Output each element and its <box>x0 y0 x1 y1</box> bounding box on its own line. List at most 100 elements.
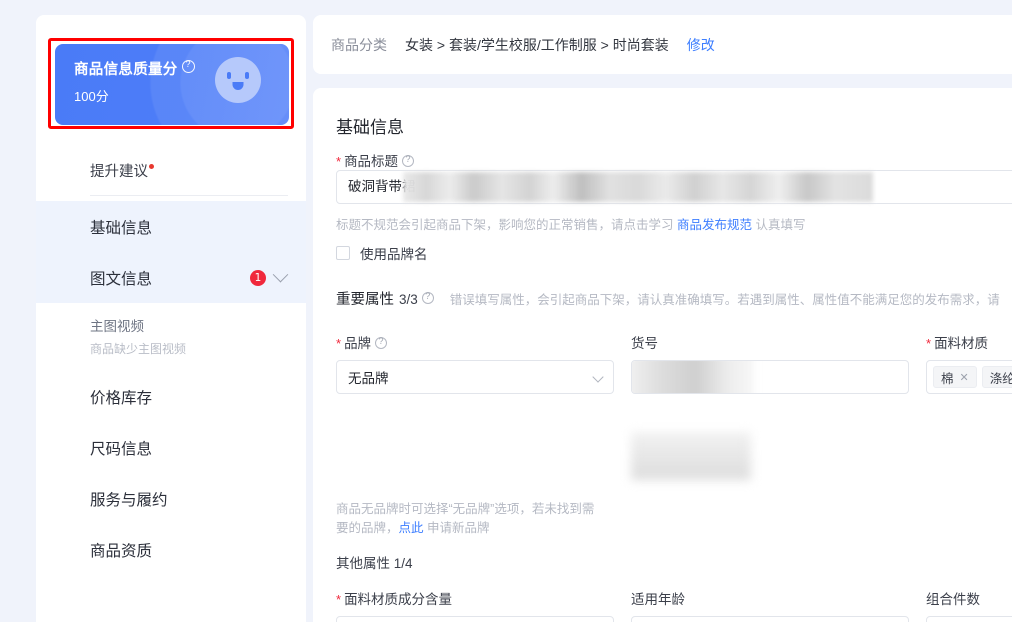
sku-code-label: 货号 <box>631 332 909 352</box>
brand-select[interactable]: 无品牌 <box>336 360 614 394</box>
important-attributes-desc: 错误填写属性，会引起商品下架，请认真准确填写。若遇到属性、属性值不能满足您的发布… <box>450 289 1000 308</box>
required-marker: * <box>336 154 341 169</box>
product-title-hint: 标题不规范会引起商品下架，影响您的正常销售，请点击学习 商品发布规范 认真填写 <box>336 214 805 233</box>
required-marker: * <box>336 592 341 607</box>
page-root: 商品信息质量分 100分 提升建议 基础信息 图文信息 1 <box>0 0 1012 622</box>
sidebar-nav-secondary: 价格库存 尺码信息 服务与履约 商品资质 <box>36 371 306 575</box>
brand-hint-text: 商品无品牌时可选择“无品牌”选项，若未找到需要的品牌，点此 申请新品牌 <box>336 500 604 538</box>
required-marker: * <box>336 336 341 351</box>
other-attributes-title: 其他属性 <box>336 556 390 571</box>
use-brand-name-row[interactable]: 使用品牌名 <box>336 243 428 263</box>
smiley-eye-left <box>227 72 231 79</box>
important-attributes-fields: *品牌 无品牌 货号 *面料材质 <box>336 332 1012 394</box>
sidebar-item-label: 服务与履约 <box>90 488 286 510</box>
product-title-label: *商品标题 <box>336 150 414 170</box>
sidebar-item-service-fulfillment[interactable]: 服务与履约 <box>36 473 306 524</box>
sidebar-nav-primary: 基础信息 图文信息 1 <box>36 201 306 303</box>
use-brand-name-label: 使用品牌名 <box>360 243 428 263</box>
chevron-down-icon[interactable] <box>273 267 289 283</box>
sidebar-item-price-stock[interactable]: 价格库存 <box>36 371 306 422</box>
improvement-suggestion-link[interactable]: 提升建议 <box>90 160 154 181</box>
fabric-material-label-text: 面料材质 <box>934 336 988 351</box>
question-circle-icon[interactable] <box>402 155 414 167</box>
fabric-material-field: *面料材质 棉 ✕ 涤纶 <box>926 332 1012 394</box>
fabric-composition-select[interactable]: 29%及以下 <box>336 616 614 622</box>
breadcrumb-card: 商品分类 女装 > 套装/学生校服/工作制服 > 时尚套装 修改 <box>313 15 1012 74</box>
quality-score-value: 100分 <box>74 86 109 105</box>
hint-suffix: 认真填写 <box>752 218 805 232</box>
important-attributes-title: 重要属性 <box>336 288 394 309</box>
tag-item[interactable]: 棉 ✕ <box>933 366 977 388</box>
sku-code-field: 货号 <box>631 332 909 394</box>
smiley-face-icon <box>215 57 261 103</box>
combo-piece-count-label: 组合件数 <box>926 588 1012 608</box>
applicable-age-field: 适用年龄 请选择 <box>631 588 909 622</box>
brand-field: *品牌 无品牌 <box>336 332 614 394</box>
sku-code-input[interactable] <box>631 360 909 394</box>
applicable-age-select[interactable]: 请选择 <box>631 616 909 622</box>
fabric-composition-label-text: 面料材质成分含量 <box>344 592 452 607</box>
sidebar-item-label: 价格库存 <box>90 386 286 408</box>
quality-score-title: 商品信息质量分 <box>74 58 195 79</box>
combo-piece-count-select[interactable]: 请选择 <box>926 616 1012 622</box>
subsection-title: 主图视频 <box>90 315 286 335</box>
breadcrumb-path: 女装 > 套装/学生校服/工作制服 > 时尚套装 <box>405 35 669 55</box>
sidebar-divider <box>90 195 288 196</box>
question-circle-icon[interactable] <box>422 292 434 304</box>
media-info-badge: 1 <box>250 270 266 286</box>
question-circle-icon[interactable] <box>375 337 387 349</box>
sidebar-item-label: 基础信息 <box>90 216 286 238</box>
combo-piece-count-label-text: 组合件数 <box>926 592 980 607</box>
sidebar-item-media-info[interactable]: 图文信息 1 <box>36 252 306 303</box>
sidebar-item-qualification[interactable]: 商品资质 <box>36 524 306 575</box>
publish-rules-link[interactable]: 商品发布规范 <box>677 218 752 232</box>
important-attributes-header: 重要属性 3/3 错误填写属性，会引起商品下架，请认真准确填写。若遇到属性、属性… <box>336 288 1000 309</box>
chevron-down-icon <box>592 371 603 382</box>
sidebar-item-label: 尺码信息 <box>90 437 286 459</box>
quality-score-highlight-box: 商品信息质量分 100分 <box>48 38 294 129</box>
quality-score-card[interactable]: 商品信息质量分 100分 <box>55 44 289 125</box>
hint-prefix: 标题不规范会引起商品下架，影响您的正常销售，请点击学习 <box>336 218 677 232</box>
redacted-sku-overlay <box>631 360 754 394</box>
sidebar-item-basic-info[interactable]: 基础信息 <box>36 201 306 252</box>
tag-item[interactable]: 涤纶 <box>982 366 1012 388</box>
sidebar-item-label: 商品资质 <box>90 539 286 561</box>
tag-label: 涤纶 <box>990 368 1012 387</box>
other-attributes-header: 其他属性 1/4 <box>336 552 413 572</box>
smiley-eye-right <box>245 72 249 79</box>
brand-label-text: 品牌 <box>344 336 371 351</box>
other-attributes-count: 1/4 <box>394 556 413 571</box>
applicable-age-label-text: 适用年龄 <box>631 592 685 607</box>
combo-piece-count-field: 组合件数 请选择 <box>926 588 1012 622</box>
breadcrumb-edit-link[interactable]: 修改 <box>687 35 715 55</box>
fabric-composition-label: *面料材质成分含量 <box>336 588 614 608</box>
sidebar-item-size-info[interactable]: 尺码信息 <box>36 422 306 473</box>
sidebar-item-label: 图文信息 <box>90 267 250 289</box>
required-marker: * <box>926 336 931 351</box>
sidebar: 商品信息质量分 100分 提升建议 基础信息 图文信息 1 <box>36 15 306 622</box>
applicable-age-label: 适用年龄 <box>631 588 909 608</box>
important-attributes-count: 3/3 <box>399 292 418 307</box>
notification-dot-icon <box>149 164 154 169</box>
brand-label: *品牌 <box>336 332 614 352</box>
sku-code-label-text: 货号 <box>631 336 658 351</box>
brand-hint-suffix: 申请新品牌 <box>424 521 490 535</box>
fabric-material-tags[interactable]: 棉 ✕ 涤纶 <box>926 360 1012 394</box>
breadcrumb-label: 商品分类 <box>331 35 387 55</box>
subsection-desc: 商品缺少主图视频 <box>90 340 286 357</box>
other-attributes-fields: *面料材质成分含量 29%及以下 适用年龄 请选择 组合件数 <box>336 588 1012 622</box>
brand-select-value: 无品牌 <box>348 367 389 387</box>
apply-new-brand-link[interactable]: 点此 <box>399 521 424 535</box>
close-icon[interactable]: ✕ <box>960 371 969 384</box>
use-brand-name-checkbox[interactable] <box>336 246 350 260</box>
tag-label: 棉 <box>941 368 954 387</box>
redacted-title-overlay <box>403 172 873 202</box>
basic-info-panel: 基础信息 *商品标题 破洞背带裙 标题不规范会引起商品下架，影响您的正常销售，请… <box>313 88 1012 622</box>
improvement-suggestion-label: 提升建议 <box>90 164 148 180</box>
question-circle-icon[interactable] <box>182 60 195 73</box>
fabric-composition-field: *面料材质成分含量 29%及以下 <box>336 588 614 622</box>
fabric-material-label: *面料材质 <box>926 332 1012 352</box>
sidebar-subsection-main-video[interactable]: 主图视频 商品缺少主图视频 <box>36 303 306 371</box>
quality-score-title-text: 商品信息质量分 <box>74 62 178 78</box>
breadcrumb: 商品分类 女装 > 套装/学生校服/工作制服 > 时尚套装 修改 <box>331 15 715 74</box>
